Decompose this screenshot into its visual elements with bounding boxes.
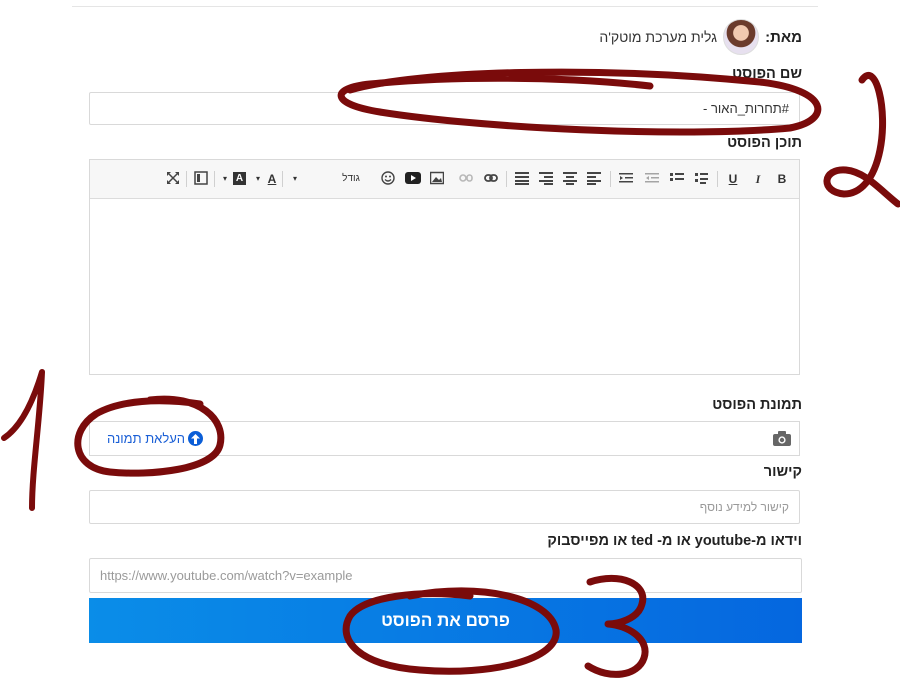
avatar [723,19,760,55]
toolbar-separator [282,171,283,187]
link-placeholder: קישור למידע נוסף [699,500,789,514]
video-icon[interactable] [405,171,421,187]
upload-image-button[interactable]: העלאת תמונה [107,431,204,446]
indent-icon[interactable] [619,171,633,187]
font-size-dropdown[interactable]: גודל [340,171,362,187]
upload-arrow-icon [188,431,204,446]
author-name: גלית מערכת מוטק'ה [599,29,718,45]
title-label: שם הפוסט [732,66,802,82]
toolbar-separator [214,171,215,187]
align-center-icon[interactable] [563,171,577,187]
background-color-button[interactable]: A [233,172,246,185]
toolbar-separator [186,171,187,187]
list-bullet-icon[interactable] [670,171,684,187]
chevron-down-icon[interactable]: ▾ [254,171,262,187]
italic-button[interactable]: I [751,171,765,187]
align-justify-icon[interactable] [515,171,529,187]
align-right-icon[interactable] [539,171,553,187]
source-code-icon[interactable] [194,171,208,187]
toolbar-separator [717,171,718,187]
publish-label: פרסם את הפוסט [381,610,510,630]
numeral-1-annotation [1,369,45,511]
bold-button[interactable]: B [775,171,789,187]
underline-button[interactable]: U [726,171,740,187]
video-label: וידאו מ-youtube או מ- ted או מפייסבוק [547,533,802,549]
toolbar-separator [610,171,611,187]
font-color-button[interactable]: A [265,171,279,187]
panel-top-edge [72,0,818,7]
content-editor[interactable]: B I U גודל ▾ A ▾ A ▾ [89,159,800,375]
chevron-down-icon[interactable]: ▾ [221,171,229,187]
title-input[interactable]: #תחרות_האור - [89,92,800,125]
toolbar-separator [506,171,507,187]
content-label: תוכן הפוסט [727,135,802,151]
video-input[interactable]: https://www.youtube.com/watch?v=example [89,558,802,593]
link-icon[interactable] [484,171,498,187]
fullscreen-icon[interactable] [166,171,180,187]
camera-icon[interactable] [773,431,791,451]
link-label: קישור [763,464,802,480]
image-label: תמונת הפוסט [712,397,802,413]
unlink-icon[interactable] [459,171,473,187]
upload-image-label: העלאת תמונה [107,431,186,446]
numeral-2-annotation [823,72,900,208]
author-row: מאת: גלית מערכת מוטק'ה [599,19,802,55]
title-value: #תחרות_האור - [703,101,789,116]
publish-button[interactable]: פרסם את הפוסט [89,598,802,643]
video-placeholder: https://www.youtube.com/watch?v=example [100,568,353,583]
image-icon[interactable] [430,171,444,187]
chevron-down-icon[interactable]: ▾ [290,171,300,187]
emoji-icon[interactable] [381,171,395,187]
editor-toolbar: B I U גודל ▾ A ▾ A ▾ [90,160,799,199]
link-input[interactable]: קישור למידע נוסף [89,490,800,524]
outdent-icon[interactable] [645,171,659,187]
image-upload-row: העלאת תמונה [89,421,800,456]
from-label: מאת: [765,28,802,46]
list-numbered-icon[interactable] [694,171,708,187]
align-left-icon[interactable] [587,171,601,187]
